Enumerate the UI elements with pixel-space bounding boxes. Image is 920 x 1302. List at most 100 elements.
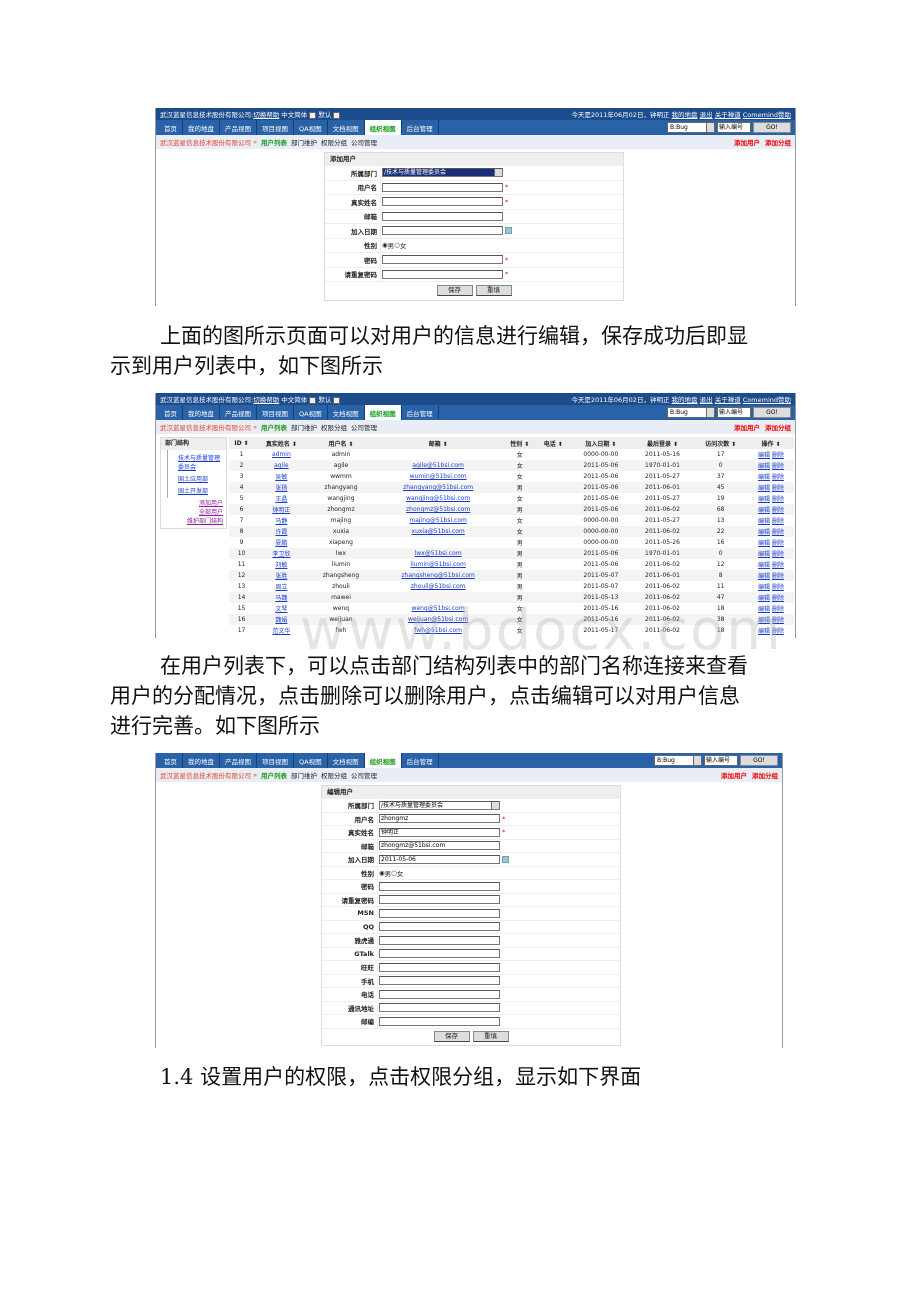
tab-admin[interactable]: 后台管理 xyxy=(402,120,439,135)
search-id-input[interactable]: 输入编号 xyxy=(717,122,751,133)
my-dashboard-link[interactable]: 我的地盘 xyxy=(672,111,698,119)
go-button[interactable]: GO! xyxy=(753,407,791,418)
add-user-link[interactable]: 添加用户 xyxy=(734,139,760,147)
dropdown-arrow-icon[interactable] xyxy=(309,396,317,404)
add-group-link[interactable]: 添加分组 xyxy=(765,139,791,147)
realname-link[interactable]: 文琴 xyxy=(275,606,287,613)
email-link[interactable]: wangjing@51bsi.com xyxy=(406,495,470,502)
column-header[interactable]: 最后登录 ⬍ xyxy=(631,437,694,449)
tab-home[interactable]: 首页 xyxy=(159,753,183,768)
tab-my-dashboard[interactable]: 我的地盘 xyxy=(183,120,220,135)
add-user-link[interactable]: 添加用户 xyxy=(721,772,747,780)
help-toggle-link[interactable]: 切换帮助 xyxy=(253,396,279,404)
realname-link[interactable]: 夏鹏 xyxy=(275,540,287,547)
edit-link[interactable]: 编辑 xyxy=(758,529,770,536)
subnav-user-list[interactable]: 用户列表 xyxy=(261,137,287,147)
subnav-departments[interactable]: 部门维护 xyxy=(291,137,317,147)
realname-link[interactable]: 吴敏 xyxy=(275,474,287,481)
column-header[interactable]: 加入日期 ⬍ xyxy=(570,437,632,449)
tab-product[interactable]: 产品视图 xyxy=(220,405,257,420)
delete-link[interactable]: 删除 xyxy=(772,518,784,525)
all-users-link[interactable]: 全部用户 xyxy=(164,507,223,516)
column-header[interactable]: 电话 ⬍ xyxy=(536,437,571,449)
reset-button[interactable]: 重填 xyxy=(475,285,512,297)
delete-link[interactable]: 删除 xyxy=(772,474,784,481)
search-id-input[interactable]: 输入编号 xyxy=(717,407,751,418)
tab-project[interactable]: 项目视图 xyxy=(257,120,294,135)
manage-departments-link[interactable]: 维护部门结构 xyxy=(164,516,223,525)
field-input[interactable] xyxy=(379,935,500,945)
breadcrumb-company[interactable]: 武汉蓝星信息技术股份有限公司 xyxy=(160,770,251,780)
realname-link[interactable]: 马魏 xyxy=(275,595,287,602)
email-link[interactable]: zhongmz@51bsi.com xyxy=(406,506,470,513)
realname-link[interactable]: agile xyxy=(274,462,289,469)
department-select[interactable]: /技术与质量管理委员会 xyxy=(382,168,503,178)
subnav-company[interactable]: 公司管理 xyxy=(351,422,377,432)
my-dashboard-link[interactable]: 我的地盘 xyxy=(672,396,698,404)
edit-link[interactable]: 编辑 xyxy=(758,507,770,514)
realname-link[interactable]: 李卫欣 xyxy=(272,551,290,558)
field-input[interactable] xyxy=(382,182,503,192)
delete-link[interactable]: 删除 xyxy=(772,452,784,459)
breadcrumb-company[interactable]: 武汉蓝星信息技术股份有限公司 xyxy=(160,137,251,147)
field-input[interactable] xyxy=(379,881,500,891)
language-select[interactable]: 中文简体 xyxy=(281,111,307,119)
about-link[interactable]: 关于禅道 xyxy=(715,396,741,404)
tab-qa[interactable]: QA视图 xyxy=(294,120,328,135)
tab-home[interactable]: 首页 xyxy=(159,120,183,135)
sort-icon[interactable]: ⬍ xyxy=(671,441,678,448)
realname-link[interactable]: 许霞 xyxy=(275,529,287,536)
tab-organization[interactable]: 组织视图 xyxy=(364,120,402,135)
field-input[interactable] xyxy=(382,255,503,265)
save-button[interactable]: 保存 xyxy=(433,1031,470,1043)
field-input[interactable]: zhongmz xyxy=(379,814,500,824)
edit-link[interactable]: 编辑 xyxy=(758,562,770,569)
tab-home[interactable]: 首页 xyxy=(159,405,183,420)
realname-link[interactable]: admin xyxy=(272,451,291,458)
realname-link[interactable]: 王晶 xyxy=(275,496,287,503)
edit-link[interactable]: 编辑 xyxy=(758,485,770,492)
delete-link[interactable]: 删除 xyxy=(772,540,784,547)
sort-icon[interactable]: ⬍ xyxy=(242,440,249,447)
email-link[interactable]: zhangsheng@51bsi.com xyxy=(401,572,474,579)
column-header[interactable]: 性别 ⬍ xyxy=(503,437,537,449)
logout-link[interactable]: 退出 xyxy=(700,111,713,119)
realname-link[interactable]: 张扬 xyxy=(275,485,287,492)
field-input[interactable] xyxy=(382,197,503,207)
realname-link[interactable]: 马静 xyxy=(275,518,287,525)
search-type-select[interactable]: B:Bug xyxy=(654,755,702,766)
field-input[interactable] xyxy=(379,976,500,986)
dropdown-arrow-icon[interactable] xyxy=(309,111,317,119)
delete-link[interactable]: 删除 xyxy=(772,562,784,569)
dropdown-arrow-icon[interactable] xyxy=(333,396,341,404)
field-input[interactable] xyxy=(382,269,503,279)
tab-admin[interactable]: 后台管理 xyxy=(402,405,439,420)
language-select[interactable]: 中文简体 xyxy=(281,396,307,404)
field-input[interactable] xyxy=(379,962,500,972)
realname-link[interactable]: 张胜 xyxy=(275,573,287,580)
email-link[interactable]: wumin@51bsi.com xyxy=(410,473,467,480)
edit-link[interactable]: 编辑 xyxy=(758,452,770,459)
department-link[interactable]: 国土应用部 xyxy=(178,474,224,483)
add-user-side-link[interactable]: 添加用户 xyxy=(164,498,223,507)
tab-my-dashboard[interactable]: 我的地盘 xyxy=(183,405,220,420)
edit-link[interactable]: 编辑 xyxy=(758,474,770,481)
delete-link[interactable]: 删除 xyxy=(772,485,784,492)
subnav-departments[interactable]: 部门维护 xyxy=(291,770,317,780)
edit-link[interactable]: 编辑 xyxy=(758,551,770,558)
field-input[interactable] xyxy=(379,949,500,959)
sort-icon[interactable]: ⬍ xyxy=(774,441,780,448)
field-input[interactable]: 钟明正 xyxy=(379,827,500,837)
delete-link[interactable]: 删除 xyxy=(772,529,784,536)
logout-link[interactable]: 退出 xyxy=(700,396,713,404)
realname-link[interactable]: 钟明正 xyxy=(272,507,290,514)
edit-link[interactable]: 编辑 xyxy=(758,496,770,503)
column-header[interactable]: 邮箱 ⬍ xyxy=(373,437,504,449)
add-group-link[interactable]: 添加分组 xyxy=(765,424,791,432)
search-type-select[interactable]: B:Bug xyxy=(667,122,715,133)
tab-project[interactable]: 项目视图 xyxy=(257,405,294,420)
realname-link[interactable]: 周立 xyxy=(275,584,287,591)
subnav-user-list[interactable]: 用户列表 xyxy=(261,422,287,432)
sort-icon[interactable]: ⬍ xyxy=(522,441,529,448)
subnav-company[interactable]: 公司管理 xyxy=(351,770,377,780)
